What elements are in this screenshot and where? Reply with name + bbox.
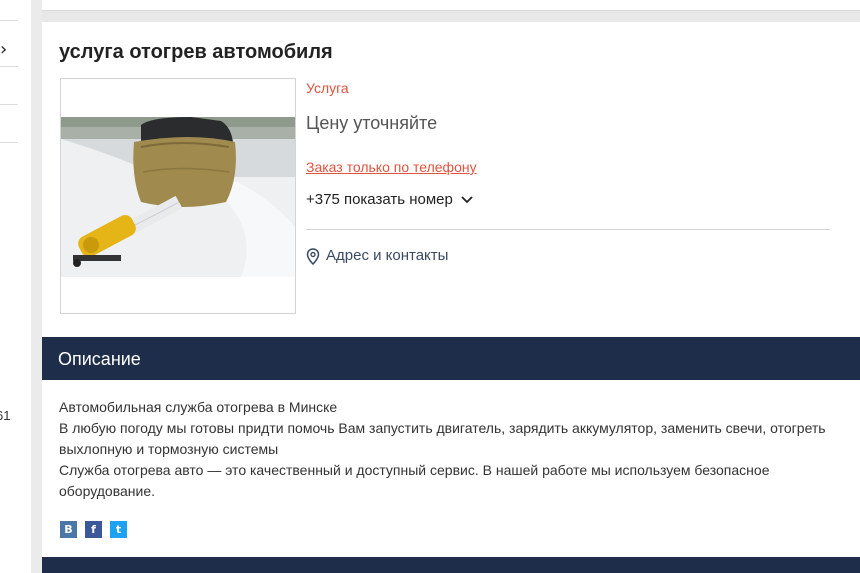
sidebar-divider [0, 142, 18, 143]
share-buttons: В f t [60, 521, 127, 538]
description-card: Автомобильная служба отогрева в Минске В… [42, 380, 860, 557]
address-contacts-label: Адрес и контакты [326, 247, 449, 264]
listing-price: Цену уточняйте [306, 113, 438, 133]
listing-card: услуга отогрев автомобиля Услуга Цену ут… [42, 22, 860, 337]
description-line: Автомобильная служба отогрева в Минске [59, 399, 338, 415]
listing-title: услуга отогрев автомобиля [59, 41, 333, 63]
description-title: Описание [58, 349, 141, 369]
order-by-phone-link[interactable]: Заказ только по телефону [306, 158, 477, 176]
left-sidebar: › 61 [0, 0, 31, 573]
description-text: Автомобильная служба отогрева в Минске В… [59, 397, 839, 502]
phone-label: +375 показать номер [306, 191, 453, 208]
sidebar-number: 61 [0, 408, 11, 423]
sidebar-divider [0, 20, 18, 21]
address-contacts-link[interactable]: Адрес и контакты [306, 246, 448, 266]
facebook-icon[interactable]: f [85, 521, 102, 538]
listing-photo[interactable] [60, 78, 296, 314]
car-heating-photo [61, 117, 295, 277]
gutter [31, 0, 42, 573]
vk-icon[interactable]: В [60, 521, 77, 538]
description-line: В любую погоду мы готовы придти помочь В… [59, 420, 826, 457]
sidebar-chevron-icon[interactable]: › [0, 40, 7, 60]
description-header: Описание [42, 337, 860, 380]
chevron-down-icon [461, 196, 473, 204]
description-line: Служба отогрева авто — это качественный … [59, 462, 770, 499]
sidebar-divider [0, 104, 18, 105]
listing-type-label: Услуга [306, 80, 349, 96]
divider [306, 229, 830, 230]
twitter-icon[interactable]: t [110, 521, 127, 538]
sidebar-divider [0, 66, 18, 67]
show-phone-button[interactable]: +375 показать номер [306, 190, 473, 210]
previous-card [42, 0, 860, 11]
map-pin-icon [306, 247, 320, 265]
next-section-header [42, 557, 860, 573]
